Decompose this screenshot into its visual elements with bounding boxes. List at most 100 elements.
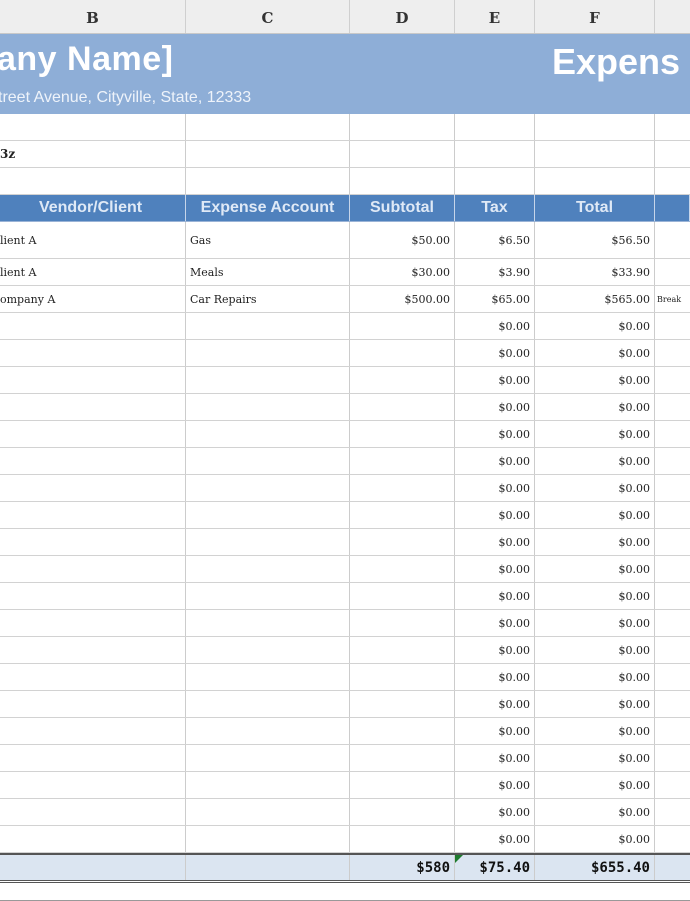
cell-account[interactable]: [186, 583, 350, 609]
cell-total[interactable]: $0.00: [535, 313, 655, 339]
cell-total[interactable]: $0.00: [535, 367, 655, 393]
cell-account[interactable]: [186, 799, 350, 825]
cell-subtotal[interactable]: [350, 340, 455, 366]
cell-vendor[interactable]: [0, 745, 186, 771]
cell-note[interactable]: [655, 313, 690, 339]
cell-subtotal[interactable]: [350, 394, 455, 420]
cell[interactable]: [535, 141, 655, 167]
cell-subtotal[interactable]: [350, 691, 455, 717]
cell[interactable]: [350, 114, 455, 140]
cell-subtotal[interactable]: [350, 610, 455, 636]
error-indicator-icon[interactable]: [455, 855, 463, 863]
cell-tax[interactable]: $0.00: [455, 448, 535, 474]
cell-vendor[interactable]: [0, 502, 186, 528]
total-subtotal[interactable]: $580: [350, 855, 455, 880]
cell-vendor[interactable]: [0, 394, 186, 420]
cell-vendor[interactable]: [0, 691, 186, 717]
cell[interactable]: [186, 168, 350, 194]
total-tax[interactable]: $75.40: [455, 855, 535, 880]
cell-total[interactable]: $33.90: [535, 259, 655, 285]
cell-total[interactable]: $0.00: [535, 718, 655, 744]
document-title[interactable]: Expens: [552, 41, 680, 83]
cell-note[interactable]: [655, 502, 690, 528]
header-expense-account[interactable]: Expense Account: [186, 195, 350, 221]
cell-subtotal[interactable]: $30.00: [350, 259, 455, 285]
cell-vendor[interactable]: [0, 529, 186, 555]
cell-total[interactable]: $0.00: [535, 772, 655, 798]
cell[interactable]: [350, 168, 455, 194]
cell-account[interactable]: Meals: [186, 259, 350, 285]
cell-account[interactable]: [186, 394, 350, 420]
cell-tax[interactable]: $0.00: [455, 637, 535, 663]
cell-subtotal[interactable]: [350, 772, 455, 798]
cell-account[interactable]: [186, 529, 350, 555]
cell-subtotal[interactable]: [350, 475, 455, 501]
cell-vendor[interactable]: [0, 313, 186, 339]
cell-account[interactable]: [186, 367, 350, 393]
cell-tax[interactable]: $0.00: [455, 718, 535, 744]
cell-note[interactable]: [655, 448, 690, 474]
cell-subtotal[interactable]: [350, 664, 455, 690]
total-total[interactable]: $655.40: [535, 855, 655, 880]
cell-note[interactable]: [655, 826, 690, 852]
cell-note[interactable]: Break: [655, 286, 690, 312]
cell-subtotal[interactable]: [350, 745, 455, 771]
cell-total[interactable]: $0.00: [535, 691, 655, 717]
cell-note[interactable]: [655, 691, 690, 717]
cell-vendor[interactable]: ompany A: [0, 286, 186, 312]
cell-account[interactable]: [186, 610, 350, 636]
company-name[interactable]: any Name]: [0, 40, 173, 79]
header-total[interactable]: Total: [535, 195, 655, 221]
cell-total[interactable]: $0.00: [535, 556, 655, 582]
cell-account[interactable]: [186, 718, 350, 744]
cell-total[interactable]: $0.00: [535, 637, 655, 663]
cell-vendor[interactable]: [0, 799, 186, 825]
column-header-f[interactable]: F: [535, 0, 655, 33]
cell-tax[interactable]: $6.50: [455, 222, 535, 258]
cell-tax[interactable]: $65.00: [455, 286, 535, 312]
cell-vendor[interactable]: [0, 718, 186, 744]
company-address[interactable]: treet Avenue, Cityville, State, 12333: [0, 89, 251, 107]
column-header-b[interactable]: B: [0, 0, 186, 33]
cell-tax[interactable]: $0.00: [455, 394, 535, 420]
header-tax[interactable]: Tax: [455, 195, 535, 221]
cell-total[interactable]: $0.00: [535, 340, 655, 366]
cell-total[interactable]: $56.50: [535, 222, 655, 258]
cell-vendor[interactable]: [0, 664, 186, 690]
cell[interactable]: [655, 114, 690, 140]
cell-account[interactable]: [186, 556, 350, 582]
cell-tax[interactable]: $0.00: [455, 421, 535, 447]
cell-note[interactable]: [655, 637, 690, 663]
cell-vendor[interactable]: [0, 556, 186, 582]
cell-total[interactable]: $0.00: [535, 502, 655, 528]
cell-note[interactable]: [655, 745, 690, 771]
cell-account[interactable]: [186, 664, 350, 690]
cell-vendor[interactable]: [0, 367, 186, 393]
cell-note[interactable]: [655, 475, 690, 501]
cell-total[interactable]: $0.00: [535, 529, 655, 555]
column-header-c[interactable]: C: [186, 0, 350, 33]
cell-vendor[interactable]: [0, 448, 186, 474]
cell-note[interactable]: [655, 772, 690, 798]
cell-tax[interactable]: $0.00: [455, 772, 535, 798]
cell-vendor[interactable]: lient A: [0, 222, 186, 258]
cell-note[interactable]: [655, 222, 690, 258]
column-header-g[interactable]: [655, 0, 690, 33]
cell-subtotal[interactable]: [350, 367, 455, 393]
cell-subtotal[interactable]: [350, 502, 455, 528]
cell-note[interactable]: [655, 718, 690, 744]
cell-account[interactable]: [186, 313, 350, 339]
cell[interactable]: [655, 168, 690, 194]
cell[interactable]: [0, 855, 186, 880]
cell-account[interactable]: [186, 421, 350, 447]
column-header-e[interactable]: E: [455, 0, 535, 33]
cell[interactable]: [455, 141, 535, 167]
cell-note[interactable]: [655, 394, 690, 420]
cell[interactable]: [535, 114, 655, 140]
cell-total[interactable]: $0.00: [535, 664, 655, 690]
cell-total[interactable]: $0.00: [535, 475, 655, 501]
cell-tax[interactable]: $0.00: [455, 529, 535, 555]
cell[interactable]: [186, 141, 350, 167]
cell-vendor[interactable]: [0, 583, 186, 609]
cell-total[interactable]: $0.00: [535, 448, 655, 474]
